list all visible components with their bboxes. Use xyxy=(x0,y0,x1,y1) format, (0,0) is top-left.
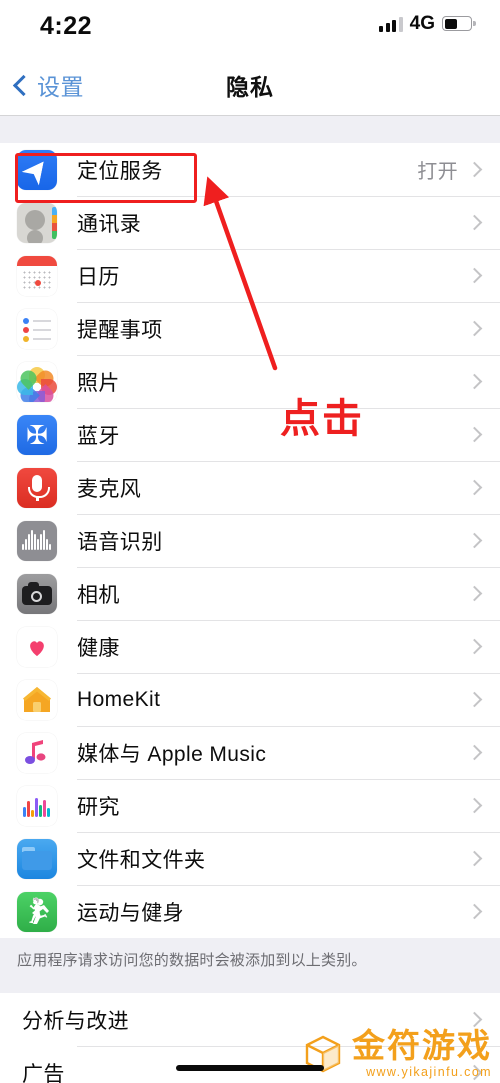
section-top-gap xyxy=(0,116,500,143)
chevron-right-icon[interactable] xyxy=(466,903,483,920)
reminders-icon xyxy=(17,308,57,349)
health-icon xyxy=(17,626,57,667)
photos-icon xyxy=(17,361,57,402)
calendar-icon xyxy=(17,255,57,296)
chevron-right-icon[interactable] xyxy=(466,532,483,549)
page-title: 隐私 xyxy=(226,74,274,100)
location-services-icon xyxy=(17,149,57,190)
apple-music-icon xyxy=(17,732,57,773)
list-item[interactable]: 语音识别 xyxy=(0,514,500,567)
list-item-label: 相机 xyxy=(77,583,120,607)
list-item-label: HomeKit xyxy=(77,687,161,711)
list-item[interactable]: HomeKit xyxy=(0,673,500,726)
chevron-right-icon[interactable] xyxy=(466,797,483,814)
list-item-label: 定位服务 xyxy=(77,159,163,183)
chevron-right-icon[interactable] xyxy=(466,479,483,496)
list-item[interactable]: 照片 xyxy=(0,355,500,408)
nav-bar: 设置 隐私 xyxy=(0,55,500,116)
status-indicators: 4G xyxy=(379,13,476,34)
privacy-footer-note: 应用程序请求访问您的数据时会被添加到以上类别。 xyxy=(0,938,500,994)
chevron-right-icon[interactable] xyxy=(466,214,483,231)
bluetooth-icon xyxy=(17,414,57,455)
chevron-right-icon[interactable] xyxy=(466,585,483,602)
chevron-right-icon[interactable] xyxy=(466,691,483,708)
home-indicator xyxy=(176,1065,324,1071)
list-item[interactable]: 蓝牙 xyxy=(0,408,500,461)
list-item[interactable]: 相机 xyxy=(0,567,500,620)
carrier-label: 4G xyxy=(409,13,435,34)
list-item-label: 通讯录 xyxy=(77,212,142,236)
list-item[interactable]: 通讯录 xyxy=(0,196,500,249)
chevron-right-icon[interactable] xyxy=(466,744,483,761)
list-item-label: 分析与改进 xyxy=(22,1009,129,1033)
chevron-right-icon[interactable] xyxy=(466,1064,483,1081)
row-value: 打开 xyxy=(417,161,458,183)
list-item[interactable]: 文件和文件夹 xyxy=(0,832,500,885)
battery-icon xyxy=(442,16,476,31)
microphone-icon xyxy=(17,467,57,508)
list-item-label: 麦克风 xyxy=(77,477,142,501)
camera-icon xyxy=(17,573,57,614)
list-item[interactable]: 提醒事项 xyxy=(0,302,500,355)
chevron-right-icon[interactable] xyxy=(466,267,483,284)
chevron-right-icon[interactable] xyxy=(466,1011,483,1028)
status-time: 4:22 xyxy=(40,12,93,40)
list-item-label: 文件和文件夹 xyxy=(77,848,206,872)
list-item-label: 健康 xyxy=(77,636,120,660)
chevron-right-icon[interactable] xyxy=(466,426,483,443)
list-item[interactable]: 健康 xyxy=(0,620,500,673)
list-item[interactable]: 媒体与 Apple Music xyxy=(0,726,500,779)
chevron-right-icon[interactable] xyxy=(466,161,483,178)
files-icon xyxy=(17,838,57,879)
signal-bars-icon xyxy=(379,16,403,32)
list-item-label: 日历 xyxy=(77,265,120,289)
list-item[interactable]: 麦克风 xyxy=(0,461,500,514)
research-icon xyxy=(17,785,57,826)
list-item-label: 蓝牙 xyxy=(77,424,120,448)
fitness-icon xyxy=(17,891,57,932)
status-bar: 4:22 4G xyxy=(0,0,500,55)
list-item[interactable]: 日历 xyxy=(0,249,500,302)
chevron-right-icon[interactable] xyxy=(466,638,483,655)
list-item-label: 照片 xyxy=(77,371,120,395)
chevron-right-icon[interactable] xyxy=(466,373,483,390)
list-item-label: 运动与健身 xyxy=(77,901,184,925)
list-item-label: 媒体与 Apple Music xyxy=(77,742,267,766)
chevron-right-icon[interactable] xyxy=(466,320,483,337)
privacy-list: 定位服务 打开 通讯录 日历 提醒事项 照片 蓝牙 xyxy=(0,143,500,938)
list-item-label: 提醒事项 xyxy=(77,318,163,342)
speech-recognition-icon xyxy=(17,520,57,561)
contacts-icon xyxy=(17,202,57,243)
list-item[interactable]: 分析与改进 xyxy=(0,993,500,1047)
chevron-right-icon[interactable] xyxy=(466,850,483,867)
homekit-icon xyxy=(17,679,57,720)
list-item[interactable]: 研究 xyxy=(0,779,500,832)
iphone-screen: 4:22 4G 设置 隐私 定位服务 打开 通讯录 日历 提醒事项 照片 ✠ 蓝… xyxy=(0,0,500,1083)
list-item[interactable]: 定位服务 打开 xyxy=(0,143,500,196)
list-item-label: 研究 xyxy=(77,795,120,819)
list-item-label: 语音识别 xyxy=(77,530,163,554)
battery-fill xyxy=(444,18,458,29)
list-item[interactable]: 运动与健身 xyxy=(0,885,500,938)
